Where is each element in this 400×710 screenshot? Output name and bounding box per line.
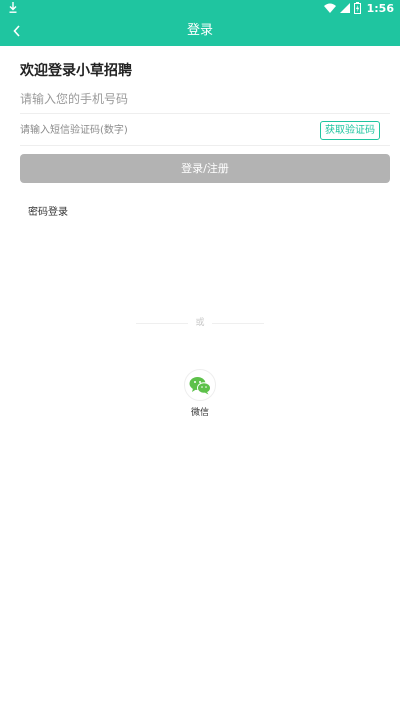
wechat-icon xyxy=(189,376,211,394)
status-icons: 1:56 xyxy=(323,1,394,15)
signal-icon xyxy=(339,3,350,13)
status-time: 1:56 xyxy=(366,1,394,15)
sms-code-input[interactable] xyxy=(20,116,310,145)
page-title: 登录 xyxy=(186,23,213,38)
login-register-button[interactable]: 登录/注册 xyxy=(20,154,390,183)
wechat-label: 微信 xyxy=(190,408,209,418)
wechat-icon-circle xyxy=(184,369,216,401)
battery-icon xyxy=(353,2,361,14)
or-divider: 或 xyxy=(136,316,264,330)
divider-line-right xyxy=(212,323,264,324)
status-bar: 1:56 xyxy=(0,0,400,16)
get-code-button[interactable]: 获取验证码 xyxy=(320,121,380,140)
phone-input[interactable] xyxy=(20,84,390,113)
welcome-heading: 欢迎登录小草招聘 xyxy=(20,63,132,79)
wifi-icon xyxy=(323,3,336,13)
phone-field xyxy=(20,84,390,114)
code-field: 获取验证码 xyxy=(20,116,390,146)
wechat-login-button[interactable]: 微信 xyxy=(180,369,220,424)
title-bar: 登录 xyxy=(0,16,400,46)
password-login-link[interactable]: 密码登录 xyxy=(28,203,68,218)
download-icon xyxy=(9,2,17,13)
